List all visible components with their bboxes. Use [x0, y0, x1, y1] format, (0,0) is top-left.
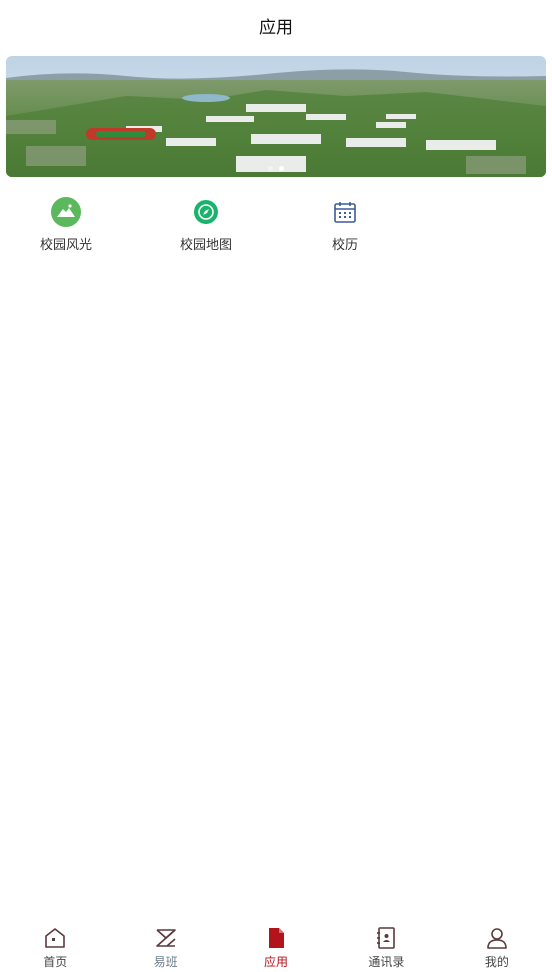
document-icon: [264, 926, 288, 950]
tab-mine[interactable]: 我的: [442, 918, 552, 972]
calendar-icon: [329, 196, 361, 228]
campus-banner-carousel[interactable]: [6, 56, 546, 177]
tab-label: 首页: [43, 955, 68, 969]
tab-home[interactable]: 首页: [0, 918, 110, 972]
top-header: 应用: [0, 0, 552, 50]
carousel-indicators: [6, 166, 546, 171]
tab-label: 我的: [484, 955, 509, 969]
tab-label: 通讯录: [368, 955, 405, 969]
tab-apps[interactable]: 应用: [221, 918, 331, 972]
app-label: 校园风光: [39, 238, 92, 253]
compass-icon: [190, 196, 222, 228]
bottom-tab-bar: 首页 易班 应用 通讯录 我的: [0, 918, 552, 972]
tab-label: 易班: [153, 955, 178, 969]
page-title: 应用: [259, 17, 293, 38]
app-campus-scenery[interactable]: 校园风光: [16, 196, 116, 253]
user-icon: [485, 926, 509, 950]
mountain-icon: [50, 196, 82, 228]
tab-label: 应用: [264, 955, 289, 969]
app-campus-map[interactable]: 校园地图: [156, 196, 256, 253]
app-label: 校园地图: [179, 238, 232, 253]
carousel-dot[interactable]: [268, 166, 273, 171]
carousel-dot-active[interactable]: [279, 166, 284, 171]
app-label: 校历: [331, 238, 358, 253]
yiban-icon: [154, 926, 178, 950]
contacts-book-icon: [374, 926, 398, 950]
campus-aerial-photo: [6, 56, 546, 177]
tab-yiban[interactable]: 易班: [110, 918, 220, 972]
app-grid: 校园风光 校园地图 校历: [0, 196, 552, 266]
tab-contacts[interactable]: 通讯录: [331, 918, 441, 972]
app-school-calendar[interactable]: 校历: [295, 196, 395, 253]
home-icon: [43, 926, 67, 950]
